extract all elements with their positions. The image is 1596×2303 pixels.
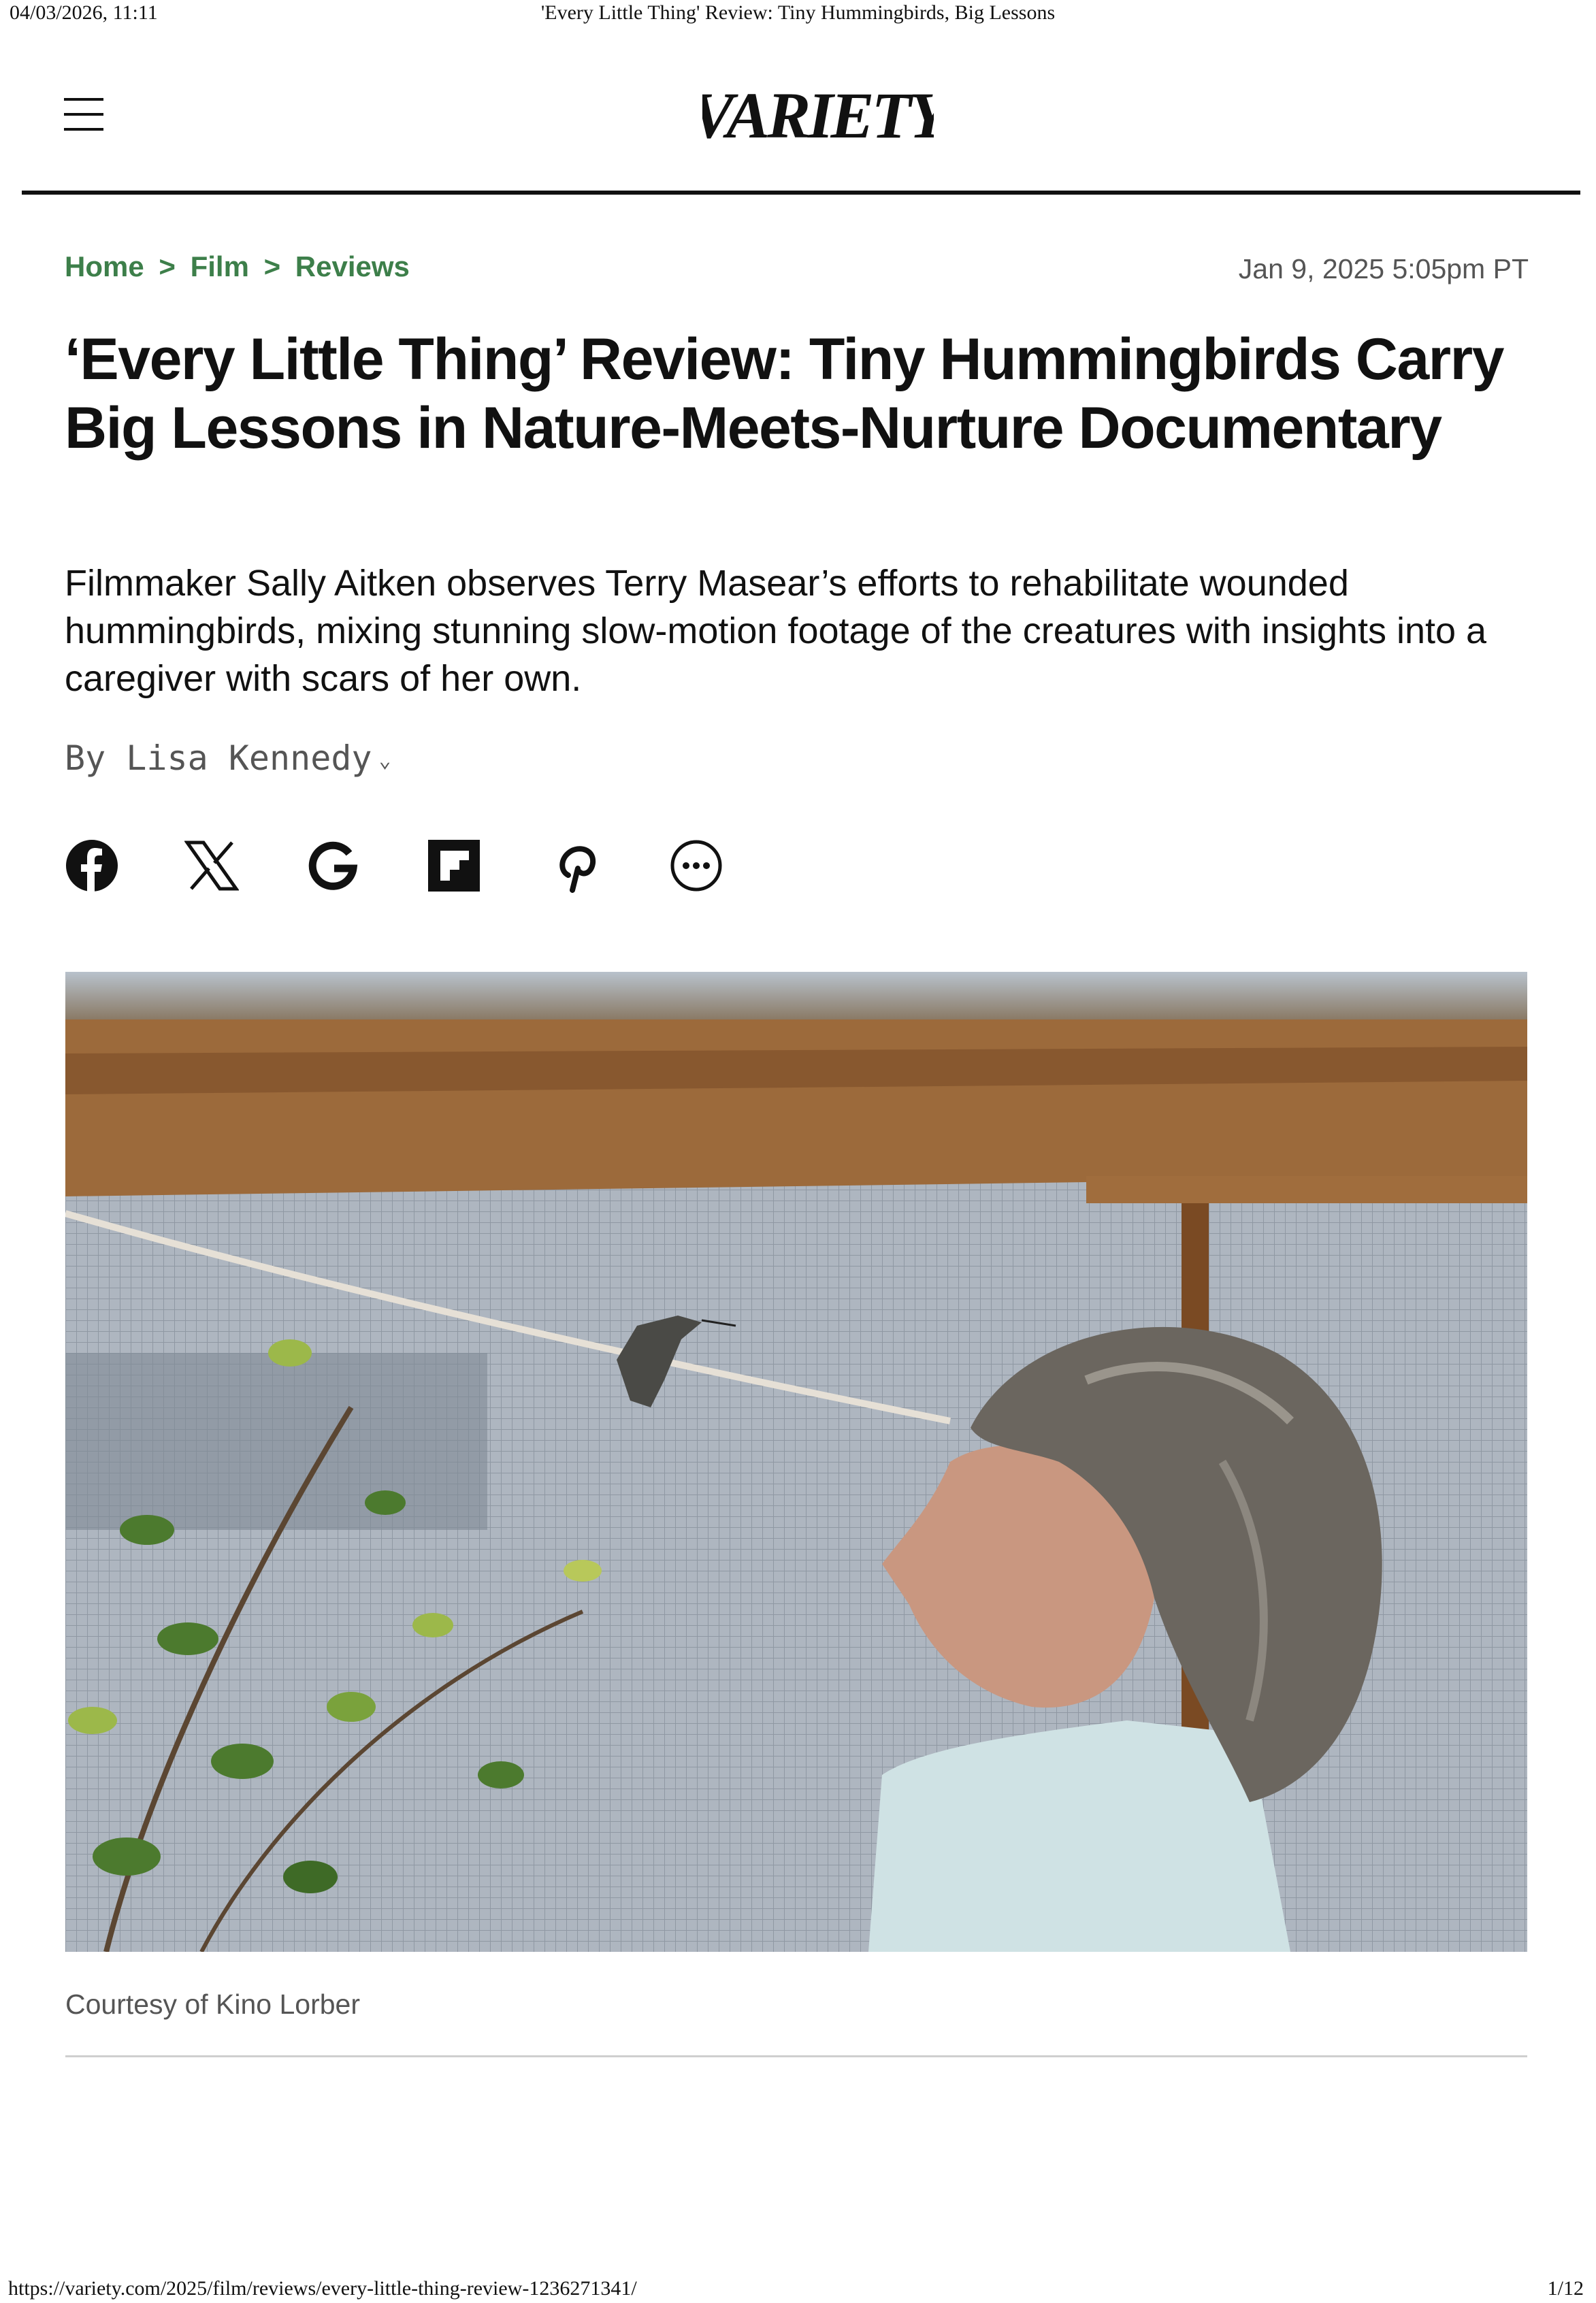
- print-page-number: 1/12: [1547, 2277, 1584, 2300]
- print-header: 04/03/2026, 11:11 'Every Little Thing' R…: [0, 0, 1596, 27]
- hero-image: [65, 972, 1527, 1952]
- caption-divider: [65, 2055, 1527, 2057]
- breadcrumb-reviews[interactable]: Reviews: [295, 250, 410, 282]
- byline-text: By Lisa Kennedy: [65, 738, 372, 778]
- chevron-down-icon: ⌄: [378, 749, 391, 772]
- breadcrumb-film[interactable]: Film: [191, 250, 249, 282]
- x-icon[interactable]: [184, 838, 239, 893]
- print-document-title: 'Every Little Thing' Review: Tiny Hummin…: [540, 1, 1056, 24]
- google-icon[interactable]: [307, 838, 361, 893]
- image-caption: Courtesy of Kino Lorber: [65, 1989, 361, 2020]
- header-divider: [22, 191, 1580, 195]
- breadcrumb-separator: >: [159, 250, 176, 282]
- variety-logo[interactable]: VARIETY: [702, 75, 934, 150]
- breadcrumb-home[interactable]: Home: [65, 250, 144, 282]
- svg-text:VARIETY: VARIETY: [702, 79, 934, 150]
- article-headline: ‘Every Little Thing’ Review: Tiny Hummin…: [65, 327, 1504, 461]
- print-url: https://variety.com/2025/film/reviews/ev…: [8, 2277, 637, 2300]
- hero-photo: [65, 972, 1527, 1952]
- hamburger-menu-icon[interactable]: [64, 98, 103, 131]
- article-dek: Filmmaker Sally Aitken observes Terry Ma…: [65, 563, 1487, 699]
- site-header: VARIETY: [22, 68, 1580, 197]
- more-icon[interactable]: [669, 838, 723, 893]
- pinterest-icon[interactable]: [549, 838, 604, 893]
- publish-date: Jan 9, 2025 5:05pm PT: [1238, 253, 1529, 284]
- byline[interactable]: By Lisa Kennedy ⌄: [65, 738, 391, 778]
- facebook-icon[interactable]: [65, 838, 119, 893]
- print-footer: https://variety.com/2025/film/reviews/ev…: [0, 2273, 1596, 2303]
- breadcrumb-separator: >: [263, 250, 281, 282]
- breadcrumb: Home > Film > Reviews: [65, 250, 417, 283]
- flipboard-icon[interactable]: [427, 838, 481, 893]
